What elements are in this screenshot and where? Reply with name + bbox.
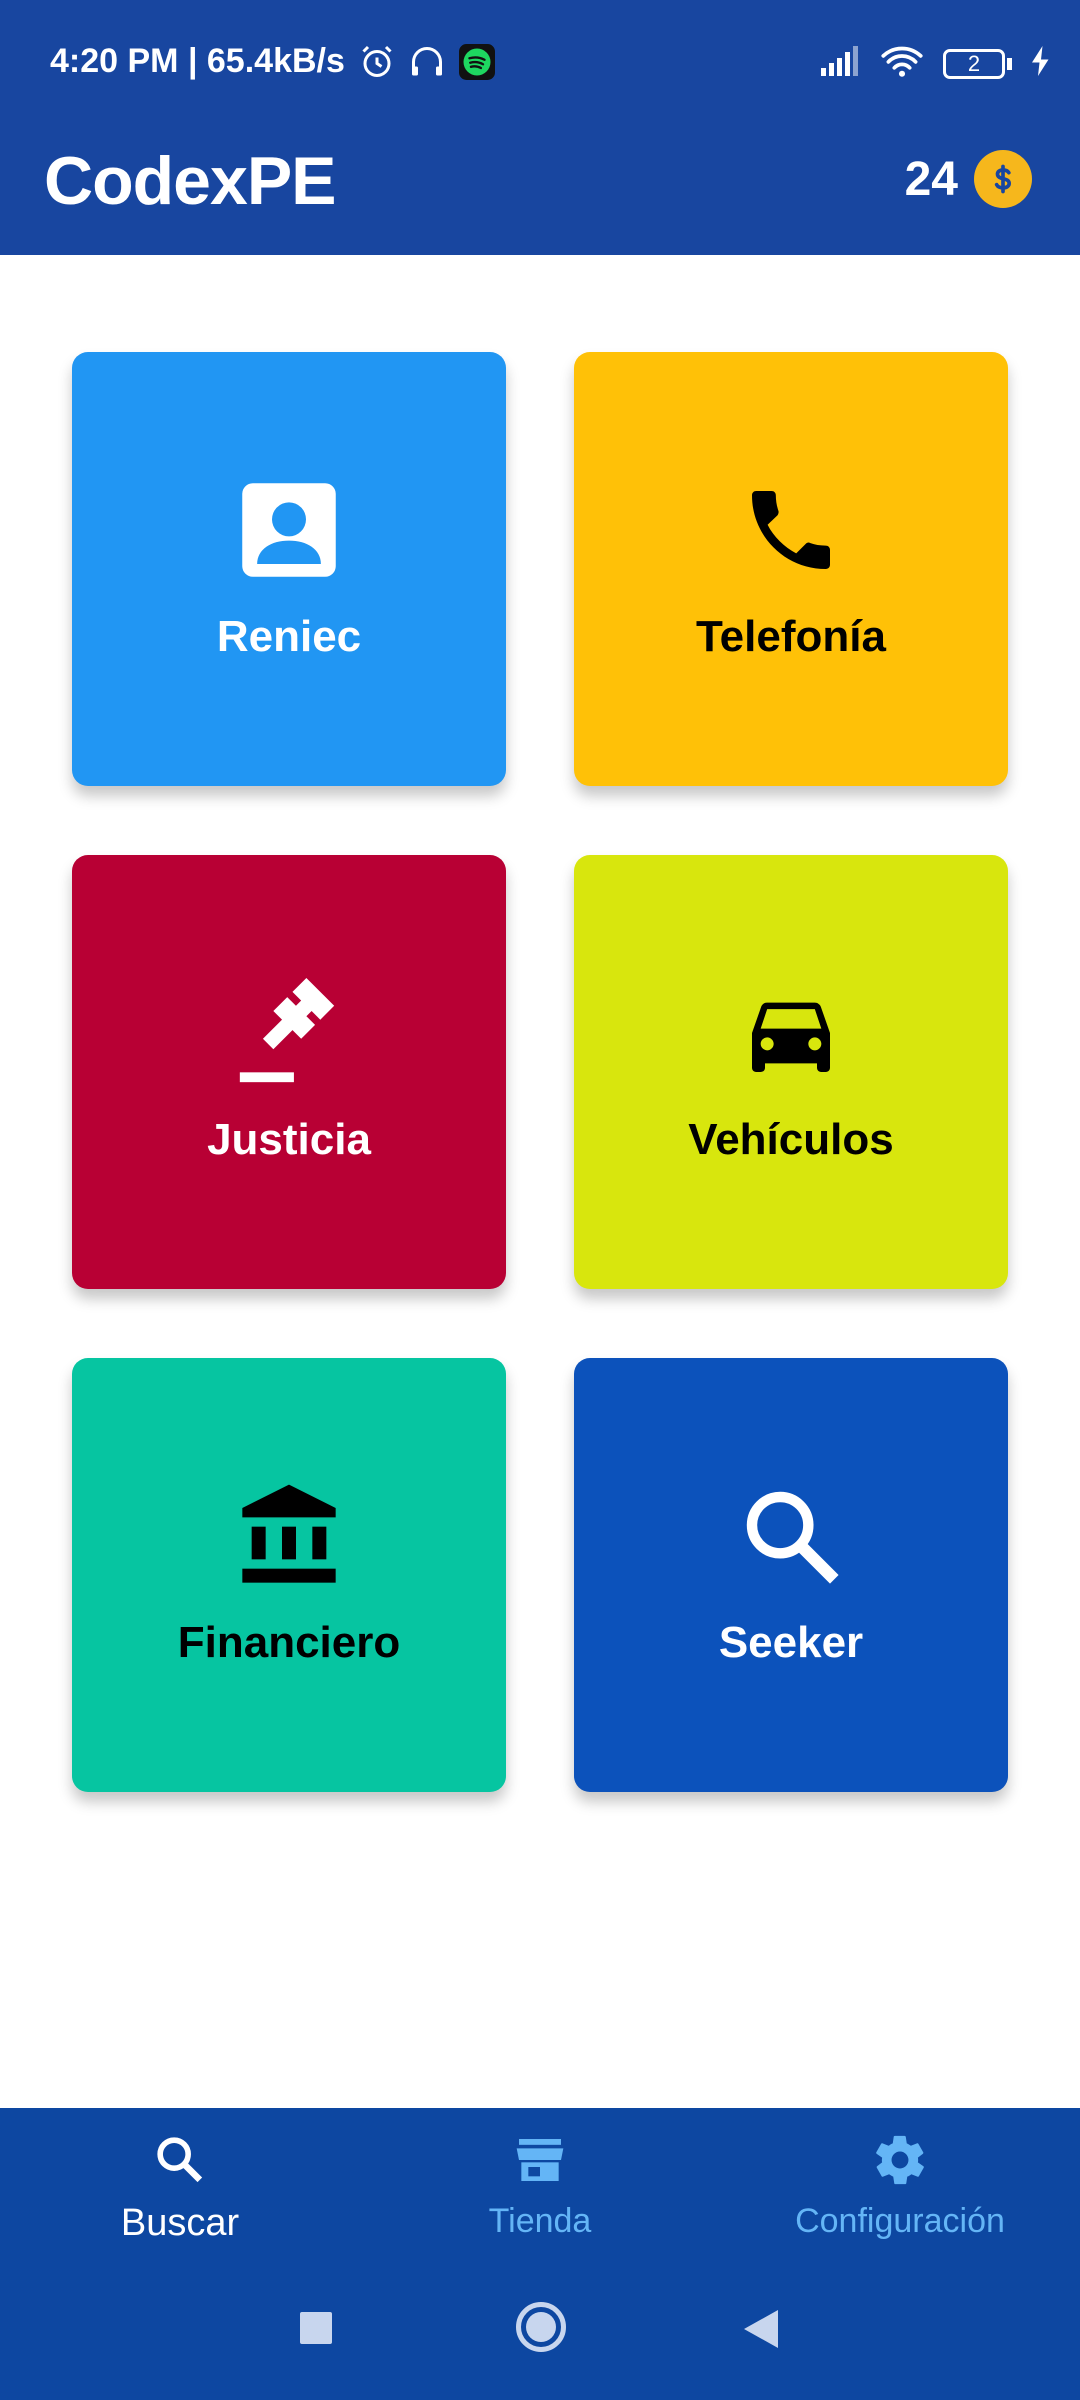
back-button[interactable] xyxy=(744,2310,778,2353)
store-icon xyxy=(510,2130,570,2190)
car-icon xyxy=(731,973,851,1093)
phone-icon xyxy=(731,470,851,590)
wifi-icon xyxy=(881,44,923,83)
coin-balance[interactable]: 24 xyxy=(905,150,1032,208)
search-icon xyxy=(150,2130,210,2190)
battery-level: 2 xyxy=(943,48,1005,79)
nav-label: Configuración xyxy=(795,2202,1005,2240)
alarm-icon xyxy=(359,44,395,80)
status-bar: 4:20 PM | 65.4kB/s 2 xyxy=(0,0,1080,130)
tile-label: Financiero xyxy=(177,1618,401,1667)
nav-item-configuracion[interactable]: Configuración xyxy=(750,2130,1050,2241)
tile-telefonia[interactable]: Telefonía xyxy=(574,352,1008,786)
coin-count: 24 xyxy=(904,152,958,206)
dollar-coin-icon xyxy=(974,150,1032,208)
system-nav xyxy=(0,2268,1080,2400)
charging-icon xyxy=(1032,46,1050,81)
nav-label: Buscar xyxy=(120,2202,240,2244)
tile-vehiculos[interactable]: Vehículos xyxy=(574,855,1008,1289)
tile-label: Vehículos xyxy=(688,1115,894,1164)
status-time-speed: 4:20 PM | 65.4kB/s xyxy=(50,42,345,80)
bank-icon xyxy=(229,1476,349,1596)
home-button[interactable] xyxy=(516,2302,566,2352)
status-left: 4:20 PM | 65.4kB/s xyxy=(50,42,495,81)
spotify-icon xyxy=(458,43,495,80)
tile-financiero[interactable]: Financiero xyxy=(72,1358,506,1792)
nav-label: Tienda xyxy=(488,2202,592,2240)
battery-icon: 2 xyxy=(943,48,1012,79)
headphones-icon xyxy=(409,44,445,80)
tile-label: Seeker xyxy=(718,1618,864,1667)
gavel-icon xyxy=(229,973,349,1093)
tile-label: Reniec xyxy=(216,612,362,661)
bottom-nav: Buscar Tienda Configuración xyxy=(0,2108,1080,2268)
tile-label: Justicia xyxy=(207,1115,371,1164)
nav-item-buscar[interactable]: Buscar xyxy=(30,2130,330,2245)
tile-label: Telefonía xyxy=(696,612,886,661)
tile-reniec[interactable]: Reniec xyxy=(72,352,506,786)
tile-seeker[interactable]: Seeker xyxy=(574,1358,1008,1792)
recents-button[interactable] xyxy=(300,2312,332,2344)
app-title: CodexPE xyxy=(44,143,337,219)
signal-icon xyxy=(821,46,861,81)
status-right: 2 xyxy=(821,44,1050,83)
person-badge-icon xyxy=(229,470,349,590)
app-header: CodexPE 24 xyxy=(0,130,1080,255)
nav-item-tienda[interactable]: Tienda xyxy=(390,2130,690,2241)
gear-icon xyxy=(870,2130,930,2190)
search-icon xyxy=(731,1476,851,1596)
tile-justicia[interactable]: Justicia xyxy=(72,855,506,1289)
